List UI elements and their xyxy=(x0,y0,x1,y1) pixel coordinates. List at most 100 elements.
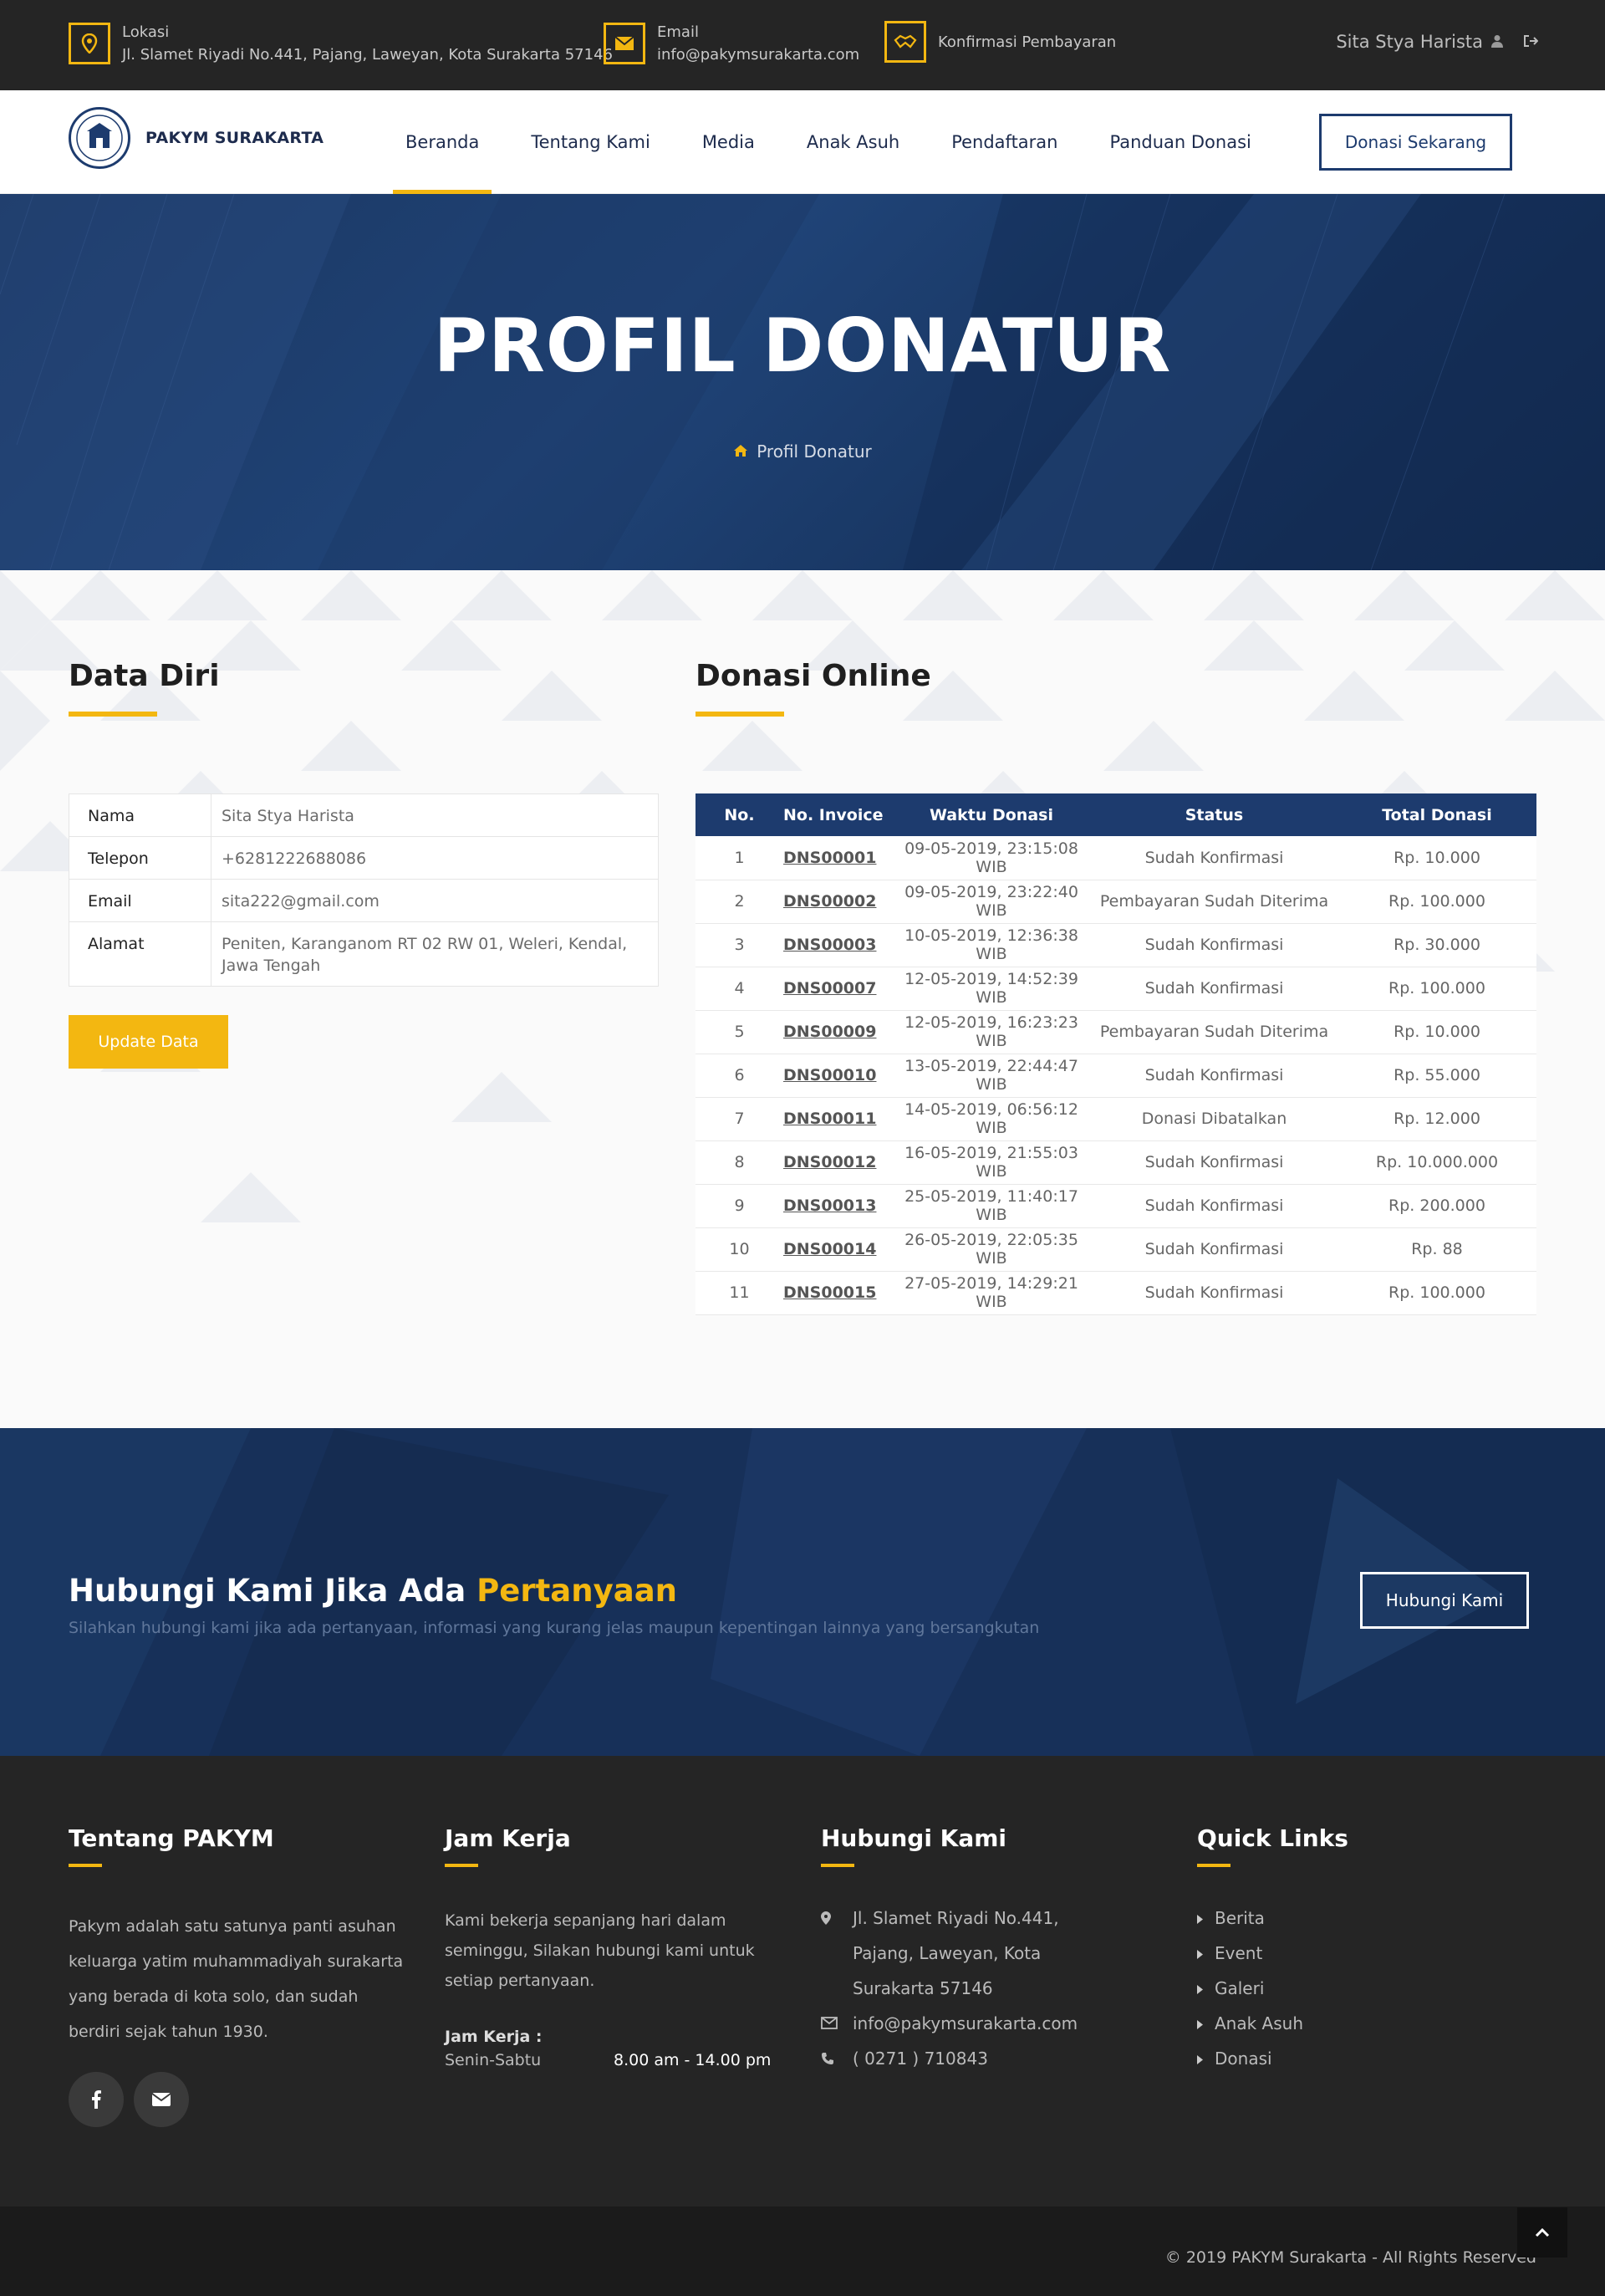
phone-icon xyxy=(821,2041,853,2065)
cell-waktu: 27-05-2019, 14:29:21 WIB xyxy=(892,1271,1091,1315)
cell-status: Pembayaran Sudah Diterima xyxy=(1091,880,1338,924)
cell-invoice[interactable]: DNS00011 xyxy=(783,1097,892,1141)
breadcrumb-current: Profil Donatur xyxy=(757,441,872,462)
nav-item-pendaftaran[interactable]: Pendaftaran xyxy=(939,90,1070,194)
cell-total: Rp. 200.000 xyxy=(1338,1184,1536,1228)
caret-right-icon xyxy=(1197,2041,1203,2076)
home-icon[interactable] xyxy=(733,441,748,462)
cell-invoice[interactable]: DNS00010 xyxy=(783,1054,892,1098)
cell-no: 7 xyxy=(696,1097,783,1141)
profile-label: Nama xyxy=(69,793,211,837)
cell-no: 10 xyxy=(696,1227,783,1272)
footer-contact: Hubungi Kami Jl. Slamet Riyadi No.441, P… xyxy=(821,1824,1172,2076)
cell-invoice[interactable]: DNS00001 xyxy=(783,836,892,880)
cell-no: 3 xyxy=(696,923,783,967)
cell-invoice[interactable]: DNS00015 xyxy=(783,1271,892,1315)
column-header-total: Total Donasi xyxy=(1338,793,1536,836)
nav-item-beranda[interactable]: Beranda xyxy=(393,90,492,194)
cell-invoice[interactable]: DNS00013 xyxy=(783,1184,892,1228)
table-row: 8 DNS00012 16-05-2019, 21:55:03 WIB Sudah K… xyxy=(696,1140,1536,1185)
cell-no: 6 xyxy=(696,1054,783,1098)
caret-right-icon xyxy=(1197,1971,1203,2006)
map-pin-icon xyxy=(69,23,110,64)
cell-status: Sudah Konfirmasi xyxy=(1091,967,1338,1011)
cell-status: Sudah Konfirmasi xyxy=(1091,923,1338,967)
cell-invoice[interactable]: DNS00009 xyxy=(783,1010,892,1054)
cell-status: Sudah Konfirmasi xyxy=(1091,1184,1338,1228)
location-value: Jl. Slamet Riyadi No.441, Pajang, Laweya… xyxy=(122,46,613,64)
cell-invoice[interactable]: DNS00012 xyxy=(783,1140,892,1185)
table-row: 2 DNS00002 09-05-2019, 23:22:40 WIB Pembaya… xyxy=(696,880,1536,924)
cell-status: Donasi Dibatalkan xyxy=(1091,1097,1338,1141)
cell-total: Rp. 55.000 xyxy=(1338,1054,1536,1098)
envelope-outline-icon xyxy=(821,2006,853,2029)
contact-us-button[interactable]: Hubungi Kami xyxy=(1360,1572,1529,1629)
user-menu[interactable]: Sita Stya Harista xyxy=(1336,32,1539,52)
user-icon xyxy=(1491,32,1503,52)
profile-value: Peniten, Karanganom RT 02 RW 01, Weleri,… xyxy=(211,921,659,987)
table-row: 7 DNS00011 14-05-2019, 06:56:12 WIB Donasi … xyxy=(696,1097,1536,1141)
quick-link-donasi[interactable]: Donasi xyxy=(1197,2041,1531,2076)
footer: Tentang PAKYM Pakym adalah satu satunya … xyxy=(0,1756,1605,2207)
footer-quick-links: Quick Links Berita Event Galeri Anak Asu… xyxy=(1197,1824,1531,2076)
table-row: 6 DNS00010 13-05-2019, 22:44:47 WIB Sudah K… xyxy=(696,1054,1536,1098)
footer-hours-text: Kami bekerja sepanjang hari dalam seming… xyxy=(445,1911,755,1990)
cell-invoice[interactable]: DNS00002 xyxy=(783,880,892,924)
update-data-button[interactable]: Update Data xyxy=(69,1015,228,1069)
column-header-invoice: No. Invoice xyxy=(783,793,892,836)
main-nav: PAKYM SURAKARTA Beranda Tentang Kami Med… xyxy=(0,90,1605,194)
quick-link-anak-asuh[interactable]: Anak Asuh xyxy=(1197,2006,1531,2041)
contact-phone[interactable]: ( 0271 ) 710843 xyxy=(821,2041,1172,2076)
quick-link-event[interactable]: Event xyxy=(1197,1936,1531,1971)
mail-icon[interactable] xyxy=(134,2072,189,2127)
column-header-status: Status xyxy=(1091,793,1338,836)
cell-status: Sudah Konfirmasi xyxy=(1091,1271,1338,1315)
profile-value: +6281222688086 xyxy=(211,836,659,880)
chevron-up-icon xyxy=(1535,2225,1550,2241)
email-value[interactable]: info@pakymsurakarta.com xyxy=(657,43,859,66)
table-row: 9 DNS00013 25-05-2019, 11:40:17 WIB Sudah K… xyxy=(696,1184,1536,1228)
working-hours: Jam Kerja : Senin-Sabtu 8.00 am - 14.00 … xyxy=(445,2028,787,2069)
profile-label: Email xyxy=(69,879,211,922)
footer-about-title: Tentang PAKYM xyxy=(69,1824,274,1852)
profile-value: Sita Stya Harista xyxy=(211,793,659,837)
table-header-row: No. No. Invoice Waktu Donasi Status Tota… xyxy=(696,793,1536,836)
nav-item-tentang-kami[interactable]: Tentang Kami xyxy=(518,90,662,194)
brand-logo[interactable]: PAKYM SURAKARTA xyxy=(69,107,324,169)
quick-link-berita[interactable]: Berita xyxy=(1197,1901,1531,1936)
nav-item-anak-asuh[interactable]: Anak Asuh xyxy=(794,90,912,194)
footer-title-underline xyxy=(821,1864,854,1867)
footer-title-underline xyxy=(1197,1864,1230,1867)
donate-now-button[interactable]: Donasi Sekarang xyxy=(1319,114,1512,171)
caret-right-icon xyxy=(1197,1901,1203,1936)
cell-waktu: 12-05-2019, 16:23:23 WIB xyxy=(892,1010,1091,1054)
cell-invoice[interactable]: DNS00003 xyxy=(783,923,892,967)
profile-content: Data Diri Nama Sita Stya Harista Telepon… xyxy=(0,570,1605,1428)
donations-table: No. No. Invoice Waktu Donasi Status Tota… xyxy=(696,793,1536,1315)
cell-total: Rp. 10.000 xyxy=(1338,836,1536,880)
cell-waktu: 25-05-2019, 11:40:17 WIB xyxy=(892,1184,1091,1228)
footer-links-title: Quick Links xyxy=(1197,1824,1348,1852)
quick-link-galeri[interactable]: Galeri xyxy=(1197,1971,1531,2006)
cell-waktu: 10-05-2019, 12:36:38 WIB xyxy=(892,923,1091,967)
map-marker-icon xyxy=(821,1901,853,1925)
cell-total: Rp. 100.000 xyxy=(1338,967,1536,1011)
back-to-top-button[interactable] xyxy=(1517,2207,1567,2258)
nav-item-media[interactable]: Media xyxy=(690,90,767,194)
facebook-icon[interactable] xyxy=(69,2072,124,2127)
cell-total: Rp. 100.000 xyxy=(1338,880,1536,924)
profile-row-telepon: Telepon +6281222688086 xyxy=(69,836,659,880)
cell-total: Rp. 100.000 xyxy=(1338,1271,1536,1315)
cell-total: Rp. 30.000 xyxy=(1338,923,1536,967)
payment-confirm-label: Konfirmasi Pembayaran xyxy=(938,33,1117,51)
contact-email[interactable]: info@pakymsurakarta.com xyxy=(821,2006,1172,2041)
nav-item-panduan-donasi[interactable]: Panduan Donasi xyxy=(1098,90,1264,194)
logo-emblem-icon xyxy=(69,107,130,169)
profile-value: sita222@gmail.com xyxy=(211,879,659,922)
payment-confirm-link[interactable]: Konfirmasi Pembayaran xyxy=(884,21,1116,63)
cell-invoice[interactable]: DNS00014 xyxy=(783,1227,892,1272)
cell-invoice[interactable]: DNS00007 xyxy=(783,967,892,1011)
quick-link-label: Anak Asuh xyxy=(1215,2013,1304,2033)
logout-icon[interactable] xyxy=(1523,32,1539,52)
quick-link-label: Donasi xyxy=(1215,2049,1272,2069)
